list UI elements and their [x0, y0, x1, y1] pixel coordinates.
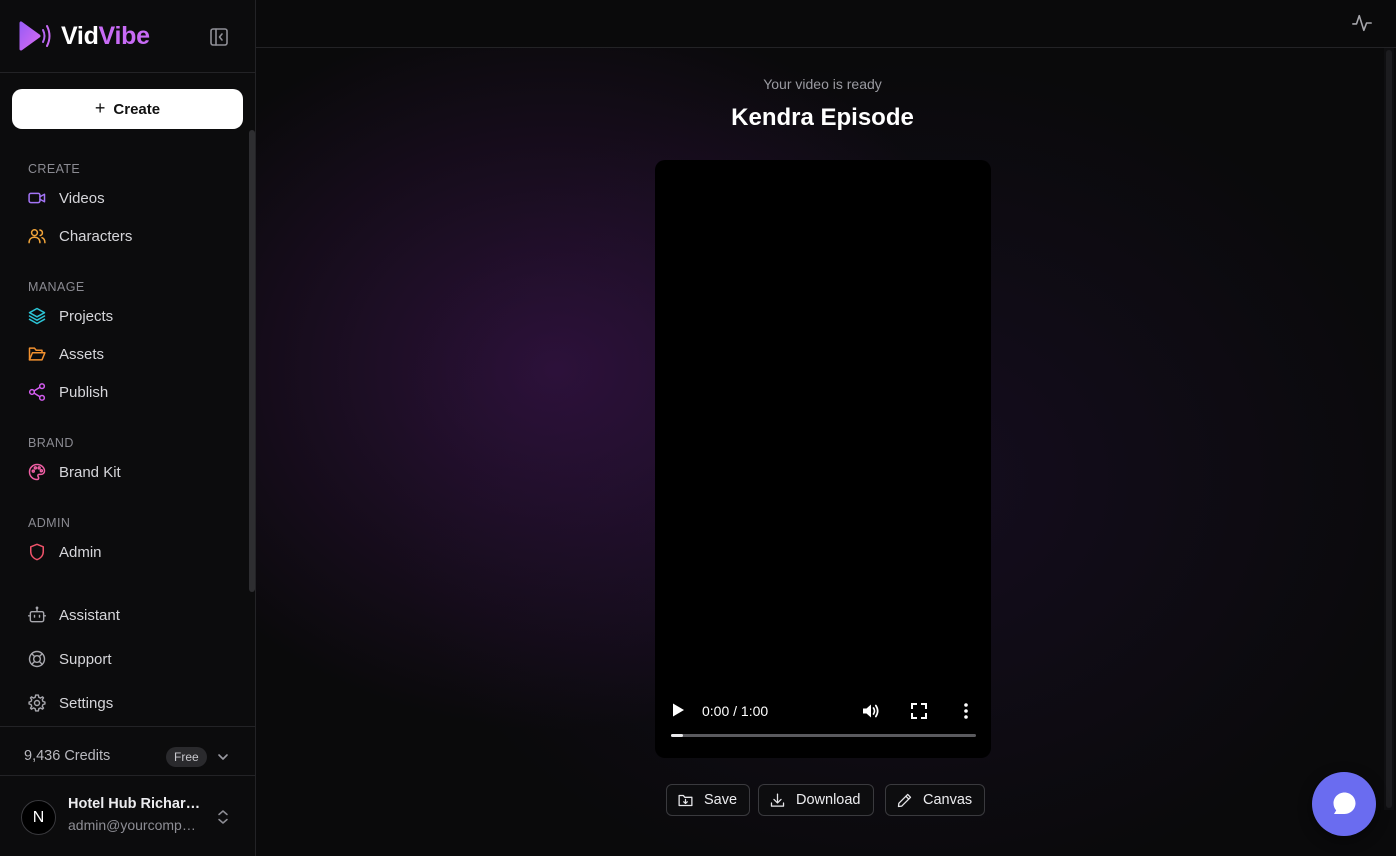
- plus-icon: +: [94, 98, 106, 118]
- canvas-button-label: Canvas: [923, 792, 973, 808]
- fullscreen-icon[interactable]: [910, 702, 928, 720]
- video-player[interactable]: 0:00 / 1:00: [655, 160, 991, 758]
- sidebar-item-projects[interactable]: Projects: [24, 300, 240, 332]
- canvas-button[interactable]: Canvas: [885, 784, 986, 816]
- plan-badge: Free: [166, 747, 207, 767]
- sidebar-item-support[interactable]: Support: [24, 643, 240, 675]
- sidebar-item-characters[interactable]: Characters: [24, 220, 240, 252]
- more-options-icon[interactable]: [957, 701, 975, 721]
- sidebar-item-publish[interactable]: Publish: [24, 376, 240, 408]
- chevrons-up-down-icon: [218, 810, 228, 824]
- main-scrollbar-thumb[interactable]: [1386, 50, 1392, 808]
- section-label-brand: BRAND: [28, 436, 74, 450]
- create-button-label: Create: [113, 100, 161, 118]
- logo-icon: [19, 21, 51, 51]
- create-button[interactable]: + Create: [12, 89, 243, 129]
- sidebar-item-assistant[interactable]: Assistant: [24, 599, 240, 631]
- progress-bar[interactable]: [671, 734, 976, 737]
- progress-fill: [671, 734, 684, 737]
- save-button-label: Save: [704, 792, 738, 808]
- brand-header: VidVibe: [0, 0, 255, 73]
- sidebar-item-label: Assistant: [59, 606, 120, 624]
- palette-icon: [28, 463, 46, 481]
- top-bar: [256, 0, 1396, 48]
- volume-icon[interactable]: [861, 701, 881, 721]
- time-display: 0:00 / 1:00: [702, 703, 769, 719]
- user-name: Hotel Hub Richardson: [68, 796, 208, 812]
- sidebar-item-label: Videos: [59, 189, 105, 207]
- user-menu[interactable]: N Hotel Hub Richardson admin@yourcompany…: [0, 777, 255, 856]
- sidebar-item-admin[interactable]: Admin: [24, 536, 240, 568]
- sidebar-item-assets[interactable]: Assets: [24, 338, 240, 370]
- main-scrollbar[interactable]: [1384, 48, 1394, 810]
- sidebar-item-label: Assets: [59, 345, 105, 363]
- section-label-create: CREATE: [28, 162, 81, 176]
- sidebar-item-label: Admin: [59, 543, 102, 561]
- bot-icon: [27, 606, 47, 623]
- share-icon: [28, 383, 46, 401]
- play-icon[interactable]: [671, 702, 685, 718]
- activity-icon[interactable]: [1351, 12, 1373, 34]
- chevron-down-icon[interactable]: [215, 749, 231, 765]
- brand-name-part2: Vibe: [98, 22, 150, 50]
- gear-icon: [28, 694, 46, 712]
- life-buoy-icon: [28, 650, 46, 668]
- credits-row[interactable]: 9,436 Credits Free: [0, 726, 255, 776]
- main-content: Your video is ready Kendra Episode 0:00 …: [256, 0, 1396, 856]
- shield-icon: [30, 543, 44, 561]
- sidebar-item-label: Support: [59, 650, 112, 668]
- sidebar-item-settings[interactable]: Settings: [24, 687, 240, 719]
- users-icon: [28, 229, 46, 244]
- download-icon: [770, 792, 785, 807]
- status-text: Your video is ready: [763, 76, 882, 92]
- sidebar-scrollbar[interactable]: [249, 130, 255, 592]
- sidebar-item-brand-kit[interactable]: Brand Kit: [24, 456, 240, 488]
- layers-icon: [28, 307, 46, 325]
- sidebar-item-label: Settings: [59, 694, 114, 712]
- folder-save-icon: [678, 794, 693, 806]
- download-button[interactable]: Download: [758, 784, 874, 816]
- download-button-label: Download: [796, 792, 861, 808]
- chat-launcher-button[interactable]: [1312, 772, 1376, 836]
- sidebar-item-label: Brand Kit: [59, 463, 121, 481]
- user-email: admin@yourcompany.com: [68, 817, 202, 833]
- sidebar-item-label: Characters: [59, 227, 133, 245]
- sidebar-item-label: Projects: [59, 307, 114, 325]
- brand-name-part1: Vid: [61, 22, 99, 50]
- sidebar: VidVibe + Create CREATE Videos Character…: [0, 0, 256, 856]
- sidebar-collapse-icon[interactable]: [207, 25, 231, 49]
- avatar: N: [21, 800, 56, 835]
- sidebar-item-label: Publish: [59, 383, 109, 401]
- chat-bubble-icon: [1333, 792, 1356, 814]
- pencil-icon: [897, 793, 912, 807]
- video-camera-icon: [28, 192, 46, 204]
- folder-open-icon: [28, 347, 46, 361]
- brand-name: VidVibe: [61, 21, 150, 51]
- save-button[interactable]: Save: [666, 784, 751, 816]
- sidebar-item-videos[interactable]: Videos: [24, 182, 240, 214]
- credits-count: 9,436 Credits: [24, 748, 111, 764]
- section-label-admin: ADMIN: [28, 516, 71, 530]
- app-root: VidVibe + Create CREATE Videos Character…: [0, 0, 1396, 856]
- page-title: Kendra Episode: [731, 104, 914, 131]
- section-label-manage: MANAGE: [28, 280, 85, 294]
